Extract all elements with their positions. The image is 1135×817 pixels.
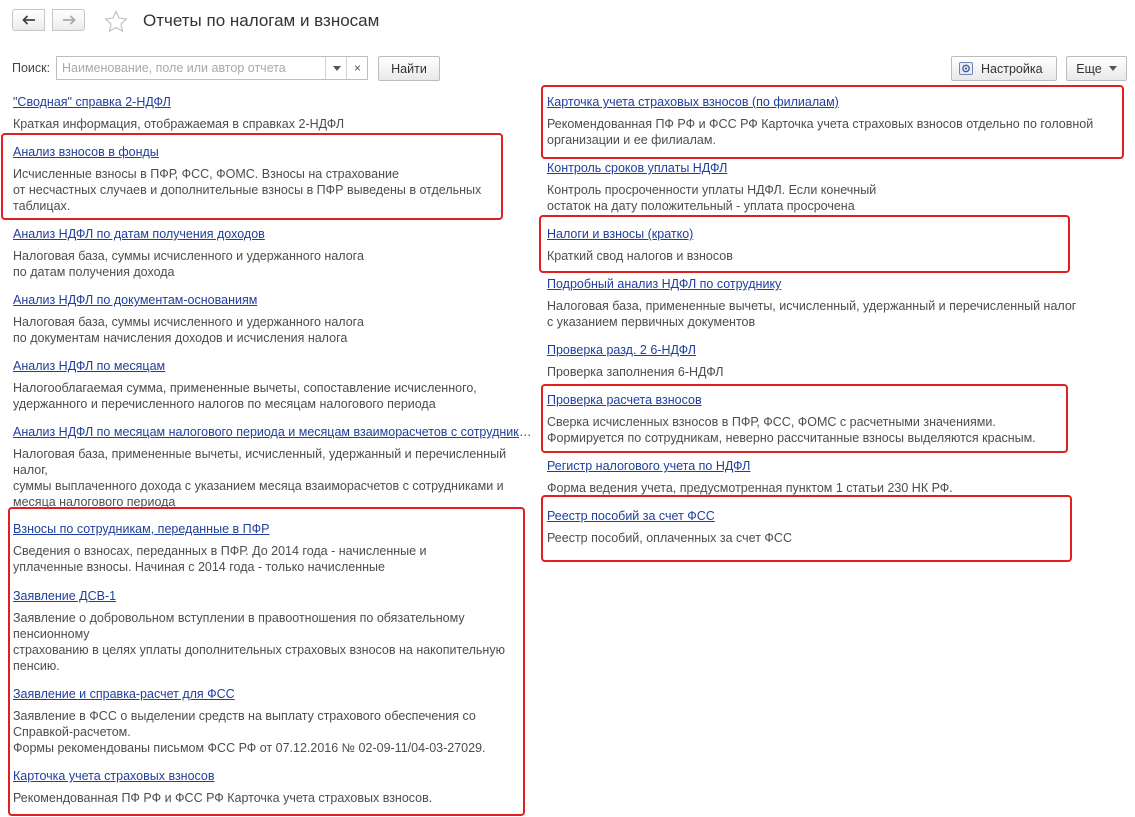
report-item: Налоги и взносы (кратко) Краткий свод на… — [547, 226, 1127, 264]
report-item: Карточка учета страховых взносов Рекомен… — [13, 768, 553, 806]
report-item: Реестр пособий за счет ФСС Реестр пособи… — [547, 508, 1127, 546]
report-link[interactable]: Подробный анализ НДФЛ по сотруднику — [547, 276, 1127, 292]
report-item: Анализ НДФЛ по датам получения доходов Н… — [13, 226, 553, 280]
report-description: Сведения о взносах, переданных в ПФР. До… — [13, 544, 427, 574]
report-item: Заявление и справка-расчет для ФСС Заявл… — [13, 686, 553, 756]
arrow-left-icon — [21, 15, 35, 25]
report-item: Анализ НДФЛ по документам-основаниям Нал… — [13, 292, 553, 346]
report-link[interactable]: Анализ взносов в фонды — [13, 144, 553, 160]
report-description: Налоговая база, суммы исчисленного и уде… — [13, 315, 364, 345]
report-description: Рекомендованная ПФ РФ и ФСС РФ Карточка … — [547, 117, 1094, 147]
report-description: Заявление в ФСС о выделении средств на в… — [13, 709, 486, 755]
report-description: Краткий свод налогов и взносов — [547, 249, 733, 263]
star-icon — [104, 10, 128, 33]
report-description: Сверка исчисленных взносов в ПФР, ФСС, Ф… — [547, 415, 1036, 445]
report-description: Налоговая база, примененные вычеты, исчи… — [13, 447, 507, 508]
settings-label: Настройка — [981, 61, 1043, 76]
search-field: × — [56, 56, 368, 80]
report-item: Анализ НДФЛ по месяцам Налогооблагаемая … — [13, 358, 553, 412]
page-title: Отчеты по налогам и взносам — [143, 11, 380, 30]
report-link[interactable]: Карточка учета страховых взносов — [13, 768, 553, 784]
find-button[interactable]: Найти — [378, 56, 440, 81]
report-link[interactable]: Реестр пособий за счет ФСС — [547, 508, 1127, 524]
report-description: Форма ведения учета, предусмотренная пун… — [547, 481, 953, 495]
report-description: Краткая информация, отображаемая в справ… — [13, 117, 345, 131]
search-dropdown-button[interactable] — [325, 57, 348, 79]
report-item: Анализ НДФЛ по месяцам налогового период… — [13, 424, 535, 508]
forward-button[interactable] — [52, 9, 85, 31]
report-item: Проверка расчета взносов Сверка исчислен… — [547, 392, 1127, 446]
report-item: Проверка разд. 2 6-НДФЛ Проверка заполне… — [547, 342, 1127, 380]
settings-button[interactable]: Настройка — [951, 56, 1057, 81]
report-description: Реестр пособий, оплаченных за счет ФСС — [547, 531, 792, 545]
report-link[interactable]: Анализ НДФЛ по месяцам — [13, 358, 553, 374]
report-item: Заявление ДСВ-1 Заявление о добровольном… — [13, 588, 553, 674]
chevron-down-icon — [333, 65, 341, 71]
report-link[interactable]: Заявление ДСВ-1 — [13, 588, 553, 604]
report-link[interactable]: Налоги и взносы (кратко) — [547, 226, 1127, 242]
arrow-right-icon — [62, 15, 76, 25]
report-description: Контроль просроченности уплаты НДФЛ. Есл… — [547, 183, 877, 213]
report-item: Контроль сроков уплаты НДФЛ Контроль про… — [547, 160, 1127, 214]
report-item: Взносы по сотрудникам, переданные в ПФР … — [13, 521, 553, 575]
report-description: Заявление о добровольном вступлении в пр… — [13, 611, 505, 673]
favorite-star-button[interactable] — [104, 10, 128, 36]
more-button[interactable]: Еще — [1066, 56, 1127, 81]
search-clear-button[interactable]: × — [346, 57, 368, 79]
report-description: Налогооблагаемая сумма, примененные выче… — [13, 381, 477, 411]
report-item: Подробный анализ НДФЛ по сотруднику Нало… — [547, 276, 1127, 330]
more-label: Еще — [1076, 61, 1102, 76]
report-link[interactable]: Анализ НДФЛ по датам получения доходов — [13, 226, 553, 242]
report-link[interactable]: Проверка расчета взносов — [547, 392, 1127, 408]
report-description: Рекомендованная ПФ РФ и ФСС РФ Карточка … — [13, 791, 433, 805]
report-link[interactable]: Проверка разд. 2 6-НДФЛ — [547, 342, 1127, 358]
search-label: Поиск: — [12, 61, 51, 75]
report-description: Налоговая база, примененные вычеты, исчи… — [547, 299, 1077, 329]
report-link[interactable]: "Сводная" справка 2-НДФЛ — [13, 94, 553, 110]
report-description: Налоговая база, суммы исчисленного и уде… — [13, 249, 364, 279]
report-item: Карточка учета страховых взносов (по фил… — [547, 94, 1127, 148]
report-link[interactable]: Регистр налогового учета по НДФЛ — [547, 458, 1127, 474]
report-description: Проверка заполнения 6-НДФЛ — [547, 365, 724, 379]
report-link[interactable]: Анализ НДФЛ по документам-основаниям — [13, 292, 553, 308]
report-item: Анализ взносов в фонды Исчисленные взнос… — [13, 144, 553, 214]
report-link[interactable]: Анализ НДФЛ по месяцам налогового период… — [13, 424, 535, 440]
report-link[interactable]: Заявление и справка-расчет для ФСС — [13, 686, 553, 702]
back-button[interactable] — [12, 9, 45, 31]
report-link[interactable]: Карточка учета страховых взносов (по фил… — [547, 94, 1127, 110]
report-item: Регистр налогового учета по НДФЛ Форма в… — [547, 458, 1127, 496]
settings-icon — [959, 62, 973, 75]
report-link[interactable]: Контроль сроков уплаты НДФЛ — [547, 160, 1127, 176]
search-input[interactable] — [57, 57, 325, 79]
report-item: "Сводная" справка 2-НДФЛ Краткая информа… — [13, 94, 553, 132]
report-description: Исчисленные взносы в ПФР, ФСС, ФОМС. Взн… — [13, 167, 482, 213]
close-icon: × — [353, 61, 361, 75]
report-link[interactable]: Взносы по сотрудникам, переданные в ПФР — [13, 521, 553, 537]
chevron-down-icon — [1108, 66, 1117, 71]
